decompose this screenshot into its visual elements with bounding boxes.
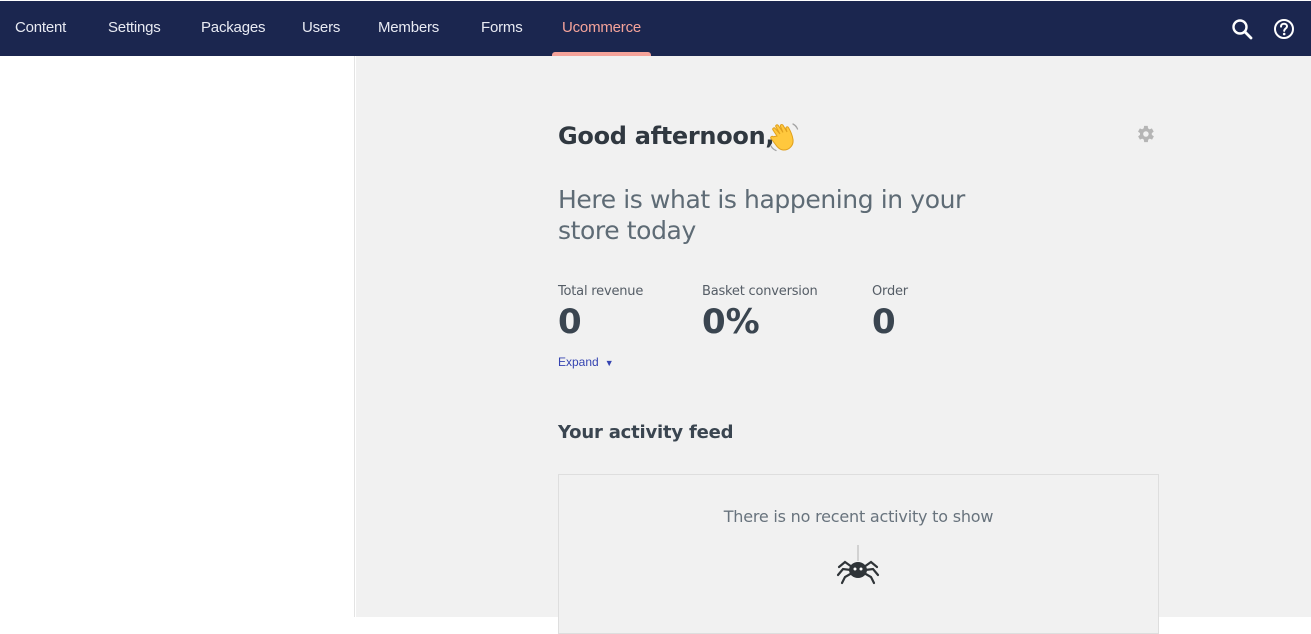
nav-item-ucommerce[interactable]: Ucommerce: [562, 0, 641, 56]
tree-sidebar: [0, 56, 355, 617]
nav-item-forms[interactable]: Forms: [481, 0, 523, 56]
waving-hand-icon: [770, 123, 799, 152]
expand-link[interactable]: Expand ▼: [558, 355, 614, 369]
topbar-divider: [0, 0, 1311, 1]
nav-item-users[interactable]: Users: [302, 0, 340, 56]
kpi-order: Order 0: [872, 284, 908, 342]
caret-down-icon: ▼: [604, 358, 614, 368]
greeting-heading: Good afternoon,: [558, 122, 775, 150]
nav-item-packages[interactable]: Packages: [201, 0, 265, 56]
empty-feed-message: There is no recent activity to show: [723, 507, 994, 526]
gear-icon[interactable]: [1134, 123, 1156, 145]
activity-feed-title: Your activity feed: [558, 422, 734, 443]
dashboard-main: Good afternoon, Here is what is happenin…: [356, 56, 1311, 634]
kpi-label: Order: [872, 284, 908, 299]
kpi-basket-conversion: Basket conversion 0%: [702, 284, 818, 342]
kpi-value: 0: [558, 302, 582, 342]
kpi-label: Basket conversion: [702, 284, 818, 299]
kpi-total-revenue: Total revenue 0: [558, 284, 643, 342]
search-icon[interactable]: [1231, 18, 1253, 40]
nav-item-content[interactable]: Content: [15, 0, 66, 56]
store-summary-subtitle: Here is what is happening in your store …: [558, 185, 965, 245]
activity-feed-panel: There is no recent activity to show: [558, 474, 1159, 634]
nav-item-members[interactable]: Members: [378, 0, 439, 56]
spider-icon: [836, 545, 880, 585]
kpi-value: 0: [872, 302, 896, 342]
kpi-label: Total revenue: [558, 284, 644, 299]
kpi-value: 0%: [702, 302, 760, 342]
help-icon[interactable]: [1273, 18, 1295, 40]
expand-label: Expand: [558, 355, 599, 369]
top-navigation-bar: Content Settings Packages Users Members …: [0, 0, 1311, 56]
nav-item-settings[interactable]: Settings: [108, 0, 161, 56]
